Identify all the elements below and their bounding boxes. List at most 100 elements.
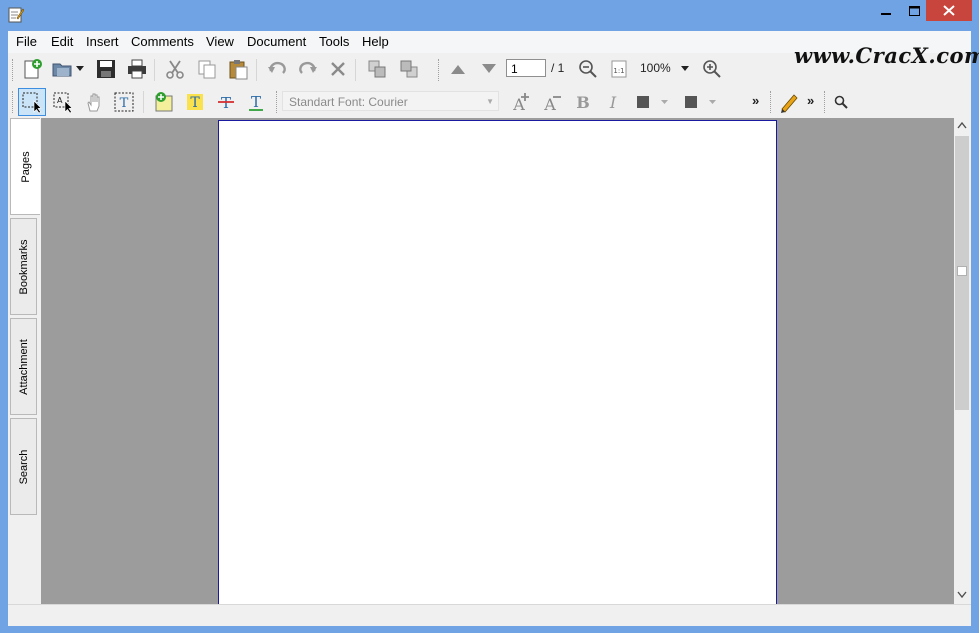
redo-button[interactable]	[295, 56, 321, 82]
open-button[interactable]	[50, 56, 76, 82]
scroll-up-icon[interactable]	[957, 121, 967, 132]
actual-size-button[interactable]: 1:1	[606, 56, 632, 82]
menu-edit[interactable]: Edit	[51, 34, 73, 49]
color-swatch-icon	[637, 96, 649, 108]
minimize-button[interactable]	[872, 0, 900, 22]
tab-bookmarks[interactable]: Bookmarks	[10, 218, 37, 315]
page-number-input[interactable]: 1	[506, 59, 546, 77]
redo-icon	[299, 61, 317, 74]
bold-button[interactable]: B	[570, 89, 596, 115]
underline-icon: T	[249, 93, 263, 111]
maximize-button[interactable]	[900, 0, 928, 22]
svg-text:T: T	[251, 93, 261, 111]
zoom-out-button[interactable]	[575, 56, 601, 82]
menu-insert[interactable]: Insert	[86, 34, 119, 49]
undo-icon	[268, 61, 286, 74]
select-text-tool-button[interactable]: A	[50, 89, 76, 115]
svg-text:T: T	[221, 94, 231, 112]
menu-bar: File Edit Insert Comments View Document …	[8, 31, 979, 68]
zoom-dropdown-button[interactable]	[678, 56, 692, 82]
decrease-font-size-button[interactable]: A	[539, 89, 565, 115]
close-x-icon	[331, 62, 345, 76]
scroll-marker	[957, 266, 967, 276]
maximize-icon	[908, 6, 920, 16]
toolbar-separator	[355, 59, 356, 81]
actual-size-label: 1:1	[613, 67, 624, 75]
toolbar-grip[interactable]	[438, 59, 441, 81]
document-viewer[interactable]	[41, 118, 954, 604]
sticky-note-add-icon	[155, 92, 173, 112]
tab-search[interactable]: Search	[10, 418, 37, 515]
select-tool-button[interactable]	[18, 88, 46, 116]
previous-page-button[interactable]	[445, 56, 471, 82]
svg-text:A: A	[57, 96, 63, 105]
menu-help[interactable]: Help	[362, 34, 389, 49]
underline-text-button[interactable]: T	[243, 89, 269, 115]
add-note-button[interactable]	[151, 89, 177, 115]
font-selector[interactable]: Standart Font: Courier ▼	[282, 91, 499, 111]
toolbar-grip[interactable]	[12, 91, 15, 113]
triangle-down-icon	[482, 64, 496, 73]
zoom-in-button[interactable]	[699, 56, 725, 82]
menu-file[interactable]: File	[16, 34, 37, 49]
text-color-button[interactable]	[630, 89, 656, 115]
client-area: File Edit Insert Comments View Document …	[8, 31, 979, 626]
text-color-dropdown[interactable]	[657, 89, 671, 115]
copy-button[interactable]	[194, 56, 220, 82]
tab-pages[interactable]: Pages	[10, 118, 40, 215]
toolbar-overflow-button[interactable]: »	[807, 93, 814, 108]
tab-attachment[interactable]: Attachment	[10, 318, 37, 415]
paste-button[interactable]	[225, 56, 251, 82]
chevron-down-icon: ▼	[486, 97, 494, 106]
document-page[interactable]	[218, 120, 777, 604]
page-total-label: / 1	[551, 61, 565, 75]
strikethrough-icon: T	[218, 94, 234, 112]
toolbar-grip[interactable]	[276, 91, 279, 113]
fill-color-dropdown[interactable]	[705, 89, 719, 115]
bring-forward-button[interactable]	[364, 56, 390, 82]
highlight-text-button[interactable]: T	[182, 89, 208, 115]
delete-button[interactable]	[325, 56, 351, 82]
highlight-icon: T	[187, 94, 203, 111]
menu-tools[interactable]: Tools	[319, 34, 349, 49]
color-swatch-icon	[685, 96, 697, 108]
scissors-icon	[166, 60, 184, 79]
strikeout-text-button[interactable]: T	[213, 89, 239, 115]
undo-button[interactable]	[264, 56, 290, 82]
toolbar-grip[interactable]	[12, 59, 15, 81]
increase-font-size-button[interactable]: A	[508, 89, 534, 115]
marquee-select-icon	[22, 92, 42, 113]
scroll-down-icon[interactable]	[957, 590, 967, 601]
search-button[interactable]	[828, 89, 854, 115]
toolbar-separator	[256, 59, 257, 81]
pencil-tool-button[interactable]	[776, 89, 802, 115]
chevron-down-icon	[76, 66, 84, 71]
zoom-out-icon	[579, 60, 597, 78]
menu-comments[interactable]: Comments	[131, 34, 194, 49]
send-backward-button[interactable]	[396, 56, 422, 82]
hand-tool-button[interactable]	[81, 89, 107, 115]
zoom-value[interactable]: 100%	[640, 61, 671, 75]
fill-color-button[interactable]	[678, 89, 704, 115]
new-document-button[interactable]	[19, 56, 45, 82]
format-toolbar: A T T T T Standart Font: Courier ▼ A A B…	[8, 86, 971, 118]
font-decrease-icon: A	[543, 95, 561, 113]
cut-button[interactable]	[162, 56, 188, 82]
text-box-tool-button[interactable]: T	[111, 89, 137, 115]
italic-button[interactable]: I	[600, 89, 626, 115]
close-button[interactable]	[926, 0, 972, 21]
paste-icon	[229, 60, 248, 80]
vertical-scrollbar[interactable]	[954, 118, 971, 604]
menu-document[interactable]: Document	[247, 34, 306, 49]
open-dropdown-button[interactable]	[74, 56, 86, 82]
chevron-down-icon	[708, 99, 716, 104]
toolbar-grip[interactable]	[770, 91, 773, 113]
toolbar-overflow-button[interactable]: »	[752, 93, 759, 108]
text-box-icon: T	[114, 92, 134, 112]
menu-view[interactable]: View	[206, 34, 234, 49]
next-page-button[interactable]	[476, 56, 502, 82]
layer-forward-icon	[368, 60, 386, 78]
print-button[interactable]	[124, 56, 150, 82]
toolbar-grip[interactable]	[824, 91, 827, 113]
save-button[interactable]	[93, 56, 119, 82]
